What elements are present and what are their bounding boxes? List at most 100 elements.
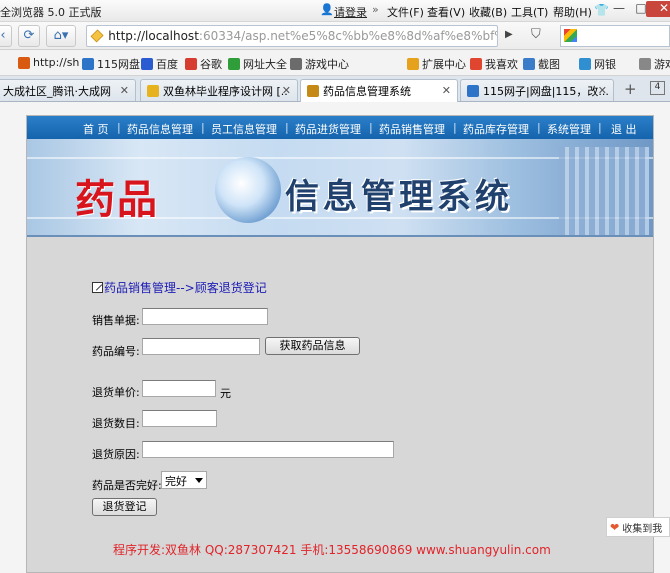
- tab-strip: 大成社区_腾讯·大成网 ✕ 双鱼林毕业程序设计网 [.. ✕ 药品信息管理系统 …: [0, 76, 670, 102]
- menu-separator: |: [453, 121, 457, 134]
- close-tab-icon[interactable]: ✕: [598, 84, 607, 97]
- banner-red-title: 药品: [75, 176, 159, 223]
- fetch-drug-info-button[interactable]: 获取药品信息: [265, 337, 360, 355]
- back-button[interactable]: ‹: [0, 25, 12, 47]
- bookmark-item[interactable]: 游戏: [639, 56, 670, 72]
- menu-home[interactable]: 首 页: [83, 121, 109, 137]
- close-tab-icon[interactable]: ✕: [442, 84, 451, 97]
- address-host: http://localhost: [108, 29, 199, 43]
- bookmark-item[interactable]: 谷歌: [185, 56, 222, 72]
- tab-count[interactable]: 4: [650, 81, 665, 95]
- breadcrumb-text: 药品销售管理-->顾客退货登记: [104, 281, 267, 295]
- bookmark-item[interactable]: 网址大全: [228, 56, 287, 72]
- go-arrow-icon[interactable]: ▶: [505, 29, 513, 40]
- bookmark-icon: [290, 58, 302, 70]
- refresh-icon[interactable]: ⟳: [18, 25, 40, 47]
- bookmark-icon: [18, 56, 30, 69]
- menu-separator: |: [285, 121, 289, 134]
- minimize-button[interactable]: —: [608, 1, 630, 17]
- tab-drug-system[interactable]: 药品信息管理系统 ✕: [300, 79, 458, 102]
- bookmark-icon: [523, 58, 535, 70]
- submit-return-button[interactable]: 退货登记: [92, 498, 157, 516]
- quantity-input[interactable]: [142, 410, 217, 427]
- menu-file[interactable]: 文件(F): [387, 4, 424, 20]
- bookmark-item[interactable]: 网银: [579, 56, 616, 72]
- breadcrumb: 药品销售管理-->顾客退货登记: [92, 279, 267, 296]
- menu-system[interactable]: 系统管理: [547, 121, 591, 137]
- edit-icon: [92, 282, 103, 293]
- sale-no-input[interactable]: [142, 308, 268, 325]
- site-menu: 首 页 | 药品信息管理 | 员工信息管理 | 药品进货管理 | 药品销售管理 …: [27, 116, 653, 139]
- address-bar[interactable]: http://localhost :60334/asp.net%e5%8c%bb…: [86, 25, 498, 47]
- building-graphic: [559, 147, 649, 235]
- bookmark-item[interactable]: 截图: [523, 56, 560, 72]
- search-engine-icon[interactable]: [564, 29, 577, 42]
- tab-label: 药品信息管理系统: [323, 85, 411, 98]
- menu-separator: |: [369, 121, 373, 134]
- menu-help[interactable]: 帮助(H): [553, 4, 592, 20]
- menu-sales[interactable]: 药品销售管理: [379, 121, 445, 137]
- bookmark-icon: [470, 58, 482, 70]
- close-tab-icon[interactable]: ✕: [282, 84, 291, 97]
- site-favicon-icon: [307, 85, 319, 97]
- tab-label: 115网子|网盘|115，改...: [483, 84, 609, 98]
- login-link[interactable]: 请登录: [334, 4, 367, 20]
- intact-selected-value: 完好: [165, 475, 187, 488]
- unit-price-suffix: 元: [220, 387, 231, 400]
- tab-label: 双鱼林毕业程序设计网 [..: [163, 84, 288, 98]
- menu-drug-info[interactable]: 药品信息管理: [127, 121, 193, 137]
- menu-logout[interactable]: 退 出: [611, 121, 637, 137]
- bookmark-icon: [141, 58, 153, 70]
- reason-input[interactable]: [142, 441, 394, 458]
- chevron-right-icon: »: [372, 3, 379, 16]
- collect-label: 收集到我: [622, 523, 663, 535]
- intact-label: 药品是否完好:: [92, 479, 162, 492]
- bookmark-item[interactable]: 115网盘: [82, 56, 140, 72]
- menu-separator: |: [537, 121, 541, 134]
- dropdown-arrow-icon: [195, 478, 203, 483]
- tab-label: 大成社区_腾讯·大成网: [3, 84, 111, 98]
- search-input[interactable]: [560, 25, 670, 47]
- bookmark-icon: [82, 58, 94, 70]
- close-button[interactable]: ✕: [646, 1, 670, 17]
- menu-separator: |: [201, 121, 205, 134]
- menu-tools[interactable]: 工具(T): [511, 4, 548, 20]
- menu-favorites[interactable]: 收藏(B): [469, 4, 507, 20]
- bookmark-icon: [228, 58, 240, 70]
- reason-label: 退货原因:: [92, 448, 140, 461]
- menu-stock[interactable]: 药品库存管理: [463, 121, 529, 137]
- tab-shuangyulin[interactable]: 双鱼林毕业程序设计网 [.. ✕: [140, 79, 298, 101]
- tab-115-icon: [467, 84, 479, 97]
- globe-graphic: [215, 157, 281, 223]
- unit-price-input[interactable]: [142, 380, 216, 397]
- navigation-bar: ‹ ⟳ ⌂▾ http://localhost :60334/asp.net%e…: [0, 22, 670, 50]
- site-favicon-icon: [90, 29, 104, 43]
- bookmark-item[interactable]: http://sh: [18, 56, 79, 69]
- close-tab-icon[interactable]: ✕: [120, 84, 129, 97]
- menu-purchase[interactable]: 药品进货管理: [295, 121, 361, 137]
- heart-icon: ❤: [610, 520, 620, 534]
- banner-blue-title: 信息管理系统: [285, 177, 513, 217]
- tab-dacheng[interactable]: 大成社区_腾讯·大成网 ✕: [0, 79, 136, 101]
- bookmark-icon: [185, 58, 197, 70]
- web-page: 首 页 | 药品信息管理 | 员工信息管理 | 药品进货管理 | 药品销售管理 …: [26, 115, 654, 573]
- home-icon[interactable]: ⌂▾: [46, 25, 76, 47]
- menu-staff-info[interactable]: 员工信息管理: [211, 121, 277, 137]
- bookmark-item[interactable]: 扩展中心: [407, 56, 466, 72]
- address-path: :60334/asp.net%e5%8c%bb%e8%8d%af%e8%bf%9…: [198, 29, 497, 43]
- sale-no-label: 销售单据:: [92, 314, 140, 327]
- bookmark-icon: [407, 58, 419, 70]
- bookmark-icon: [579, 58, 591, 70]
- bookmark-item[interactable]: 游戏中心: [290, 56, 349, 72]
- shield-icon[interactable]: ⛉: [531, 27, 541, 42]
- intact-select[interactable]: 完好: [161, 471, 207, 489]
- bookmark-item[interactable]: 我喜欢: [470, 56, 518, 72]
- drug-no-input[interactable]: [142, 338, 260, 355]
- shirt-icon[interactable]: 👕: [594, 3, 609, 17]
- new-tab-icon[interactable]: +: [624, 80, 637, 98]
- tab-115[interactable]: 115网子|网盘|115，改... ✕: [460, 79, 614, 101]
- bookmark-item[interactable]: 百度: [141, 56, 178, 72]
- menu-view[interactable]: 查看(V): [427, 4, 465, 20]
- page-viewport: 首 页 | 药品信息管理 | 员工信息管理 | 药品进货管理 | 药品销售管理 …: [0, 102, 670, 573]
- collect-widget[interactable]: ❤ 收集到我: [606, 517, 670, 537]
